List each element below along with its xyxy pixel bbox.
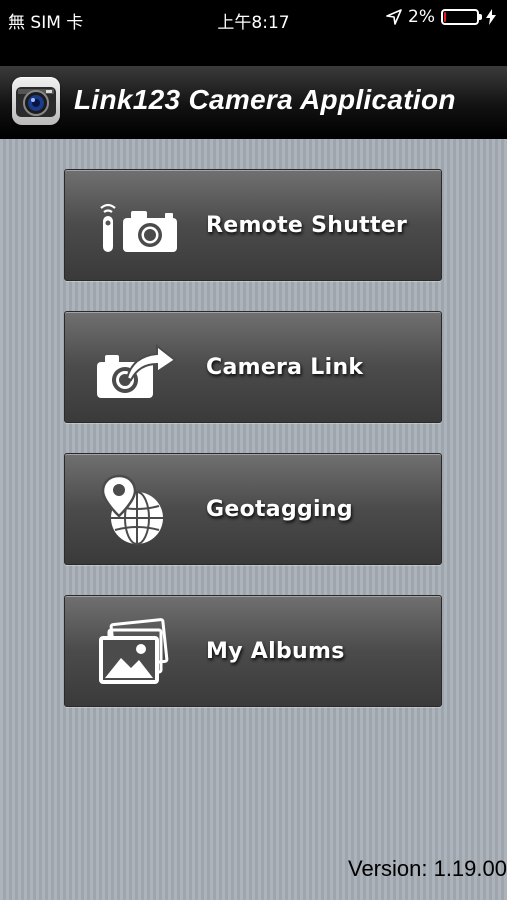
- camera-link-button[interactable]: Camera Link: [64, 311, 442, 423]
- location-arrow-icon: [386, 9, 402, 25]
- globe-pin-icon: [101, 474, 163, 545]
- version-label: Version: 1.19.00: [347, 856, 507, 881]
- main-menu-area: Remote Shutter Camera Link Geotagging My…: [0, 139, 507, 900]
- app-header: Link123 Camera Application: [0, 66, 507, 139]
- status-bar: 無 SIM 卡 上午8:17 2%: [0, 0, 507, 36]
- battery-fill: [444, 12, 447, 22]
- battery-icon: [441, 9, 482, 25]
- app-title: Link123 Camera Application: [74, 84, 456, 115]
- charging-bolt-icon: [486, 9, 496, 25]
- photo-albums-icon: [99, 618, 169, 684]
- remote-shutter-button[interactable]: Remote Shutter: [64, 169, 442, 281]
- camera-lens-logo-icon: [12, 77, 60, 125]
- status-right-group: 2%: [386, 7, 497, 27]
- my-albums-button[interactable]: My Albums: [64, 595, 442, 707]
- remote-shutter-icon: [100, 203, 177, 252]
- menu-label: Geotagging: [206, 496, 353, 522]
- battery-percent: 2%: [408, 7, 435, 27]
- geotagging-button[interactable]: Geotagging: [64, 453, 442, 565]
- menu-label: Remote Shutter: [206, 212, 408, 238]
- menu-label: Camera Link: [206, 354, 364, 380]
- camera-share-icon: [97, 343, 177, 398]
- menu-label: My Albums: [206, 638, 345, 664]
